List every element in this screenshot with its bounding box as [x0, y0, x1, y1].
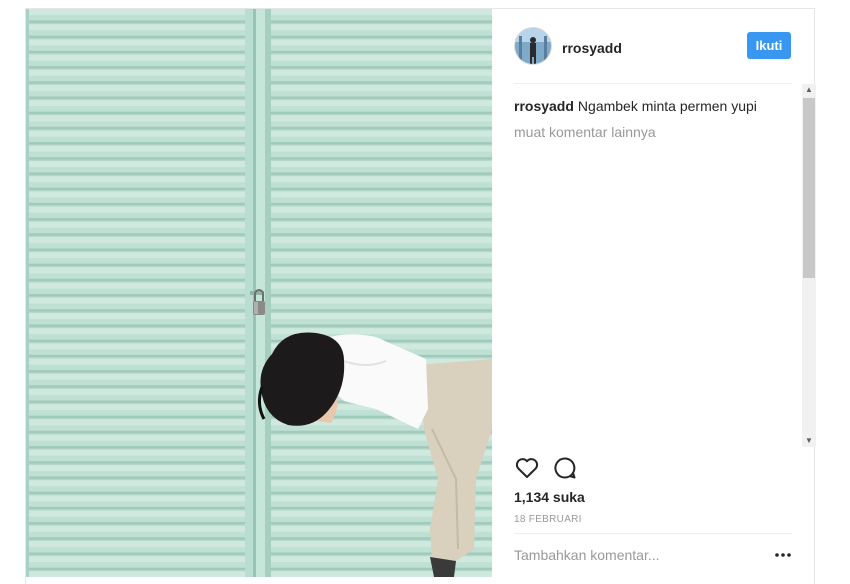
load-more-comments-link[interactable]: muat komentar lainnya — [514, 124, 656, 140]
post-photo-illustration — [26, 9, 492, 577]
post-date: 18 FEBRUARI — [514, 514, 582, 525]
post-header: rrosyadd Ikuti — [514, 23, 792, 84]
like-count[interactable]: 1,134 suka — [514, 489, 585, 505]
comments-section: rrosyadd Ngambek minta permen yupi muat k… — [514, 92, 800, 447]
scroll-up-arrow-icon[interactable]: ▲ — [802, 84, 816, 96]
add-comment-bar — [514, 533, 792, 578]
caption-username[interactable]: rrosyadd — [514, 98, 574, 114]
instagram-post-card: rrosyadd Ikuti rrosyadd Ngambek minta per… — [25, 8, 816, 584]
caption-text: Ngambek minta permen yupi — [577, 98, 757, 114]
scrollbar-thumb[interactable] — [803, 98, 815, 278]
more-options-icon[interactable] — [774, 548, 792, 562]
avatar[interactable] — [514, 27, 552, 65]
post-photo[interactable] — [26, 9, 492, 577]
post-sidebar: rrosyadd Ikuti rrosyadd Ngambek minta per… — [492, 9, 816, 578]
heart-icon[interactable] — [514, 455, 540, 481]
post-caption: rrosyadd Ngambek minta permen yupi — [514, 97, 784, 115]
username-link[interactable]: rrosyadd — [562, 40, 622, 56]
avatar-image — [515, 28, 551, 64]
comment-icon[interactable] — [552, 455, 578, 481]
comments-scrollbar[interactable]: ▲ ▼ — [802, 84, 816, 447]
scroll-down-arrow-icon[interactable]: ▼ — [802, 435, 816, 447]
follow-button[interactable]: Ikuti — [747, 32, 791, 59]
post-actions — [514, 455, 792, 483]
comment-input[interactable] — [514, 544, 754, 566]
